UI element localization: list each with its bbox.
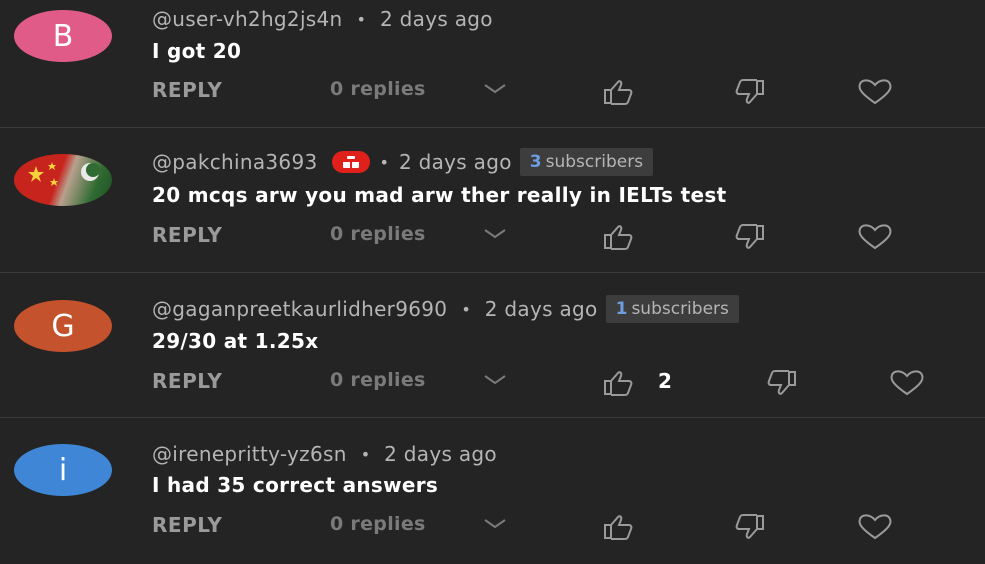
chevron-down-icon[interactable] [482, 227, 508, 241]
timestamp: 2 days ago [484, 297, 598, 321]
subscribers-count: 1 [615, 299, 628, 319]
thumbs-up-icon[interactable] [602, 369, 638, 397]
heart-icon[interactable] [856, 78, 894, 106]
comment-text: 20 mcqs arw you mad arw ther really in I… [152, 183, 727, 207]
subscribers-badge: 3 subscribers [519, 148, 654, 176]
separator-dot: • [356, 9, 366, 29]
author-handle[interactable]: @pakchina3693 [152, 150, 318, 174]
chevron-down-icon[interactable] [482, 517, 508, 531]
thumbs-up-icon[interactable] [602, 223, 638, 251]
comment-header: @gaganpreetkaurlidher9690 • 2 days ago 1… [152, 295, 739, 323]
avatar[interactable]: B [14, 10, 112, 62]
separator-dot: • [360, 444, 371, 464]
separator-dot: • [379, 152, 389, 172]
replies-count[interactable]: 0 replies [330, 78, 426, 100]
subscribers-label: subscribers [545, 152, 644, 172]
comment-header: @pakchina3693 • 2 days ago 3 subscribers [152, 148, 654, 176]
author-handle[interactable]: @irenepritty-yz6sn [152, 442, 347, 466]
avatar[interactable]: i [14, 444, 112, 496]
flag-image [28, 162, 100, 186]
comment-actions: REPLY 0 replies 2 [152, 369, 952, 399]
heart-icon[interactable] [888, 369, 926, 397]
avatar[interactable]: G [14, 300, 112, 352]
replies-count[interactable]: 0 replies [330, 369, 426, 391]
comment-text: I got 20 [152, 39, 242, 63]
subscribers-count: 3 [529, 152, 542, 172]
chevron-down-icon[interactable] [482, 373, 508, 387]
replies-count[interactable]: 0 replies [330, 223, 426, 245]
thumbs-down-icon[interactable] [762, 369, 798, 397]
avatar[interactable] [14, 154, 112, 206]
thumbs-down-icon[interactable] [730, 78, 766, 106]
thumbs-up-icon[interactable] [602, 78, 638, 106]
comment-item: @pakchina3693 • 2 days ago 3 subscribers … [0, 128, 985, 273]
heart-icon[interactable] [856, 513, 894, 541]
gift-badge-icon [331, 151, 370, 173]
comment-actions: REPLY 0 replies [152, 78, 952, 108]
comment-item: G @gaganpreetkaurlidher9690 • 2 days ago… [0, 273, 985, 418]
comment-text: 29/30 at 1.25x [152, 329, 319, 353]
replies-count[interactable]: 0 replies [330, 513, 426, 535]
comment-actions: REPLY 0 replies [152, 223, 952, 253]
comment-header: @user-vh2hg2js4n • 2 days ago [152, 5, 493, 33]
author-handle[interactable]: @user-vh2hg2js4n [152, 7, 343, 31]
subscribers-badge: 1 subscribers [605, 295, 739, 323]
comment-header: @irenepritty-yz6sn • 2 days ago [152, 440, 497, 468]
subscribers-label: subscribers [631, 299, 729, 319]
comment-item: B @user-vh2hg2js4n • 2 days ago I got 20… [0, 0, 985, 128]
author-handle[interactable]: @gaganpreetkaurlidher9690 [152, 297, 447, 321]
chevron-down-icon[interactable] [482, 82, 508, 96]
separator-dot: • [461, 299, 471, 319]
thumbs-up-icon[interactable] [602, 513, 638, 541]
comment-actions: REPLY 0 replies [152, 513, 952, 543]
comment-text: I had 35 correct answers [152, 473, 439, 497]
reply-button[interactable]: REPLY [152, 78, 222, 102]
heart-icon[interactable] [856, 223, 894, 251]
like-count: 2 [658, 369, 672, 393]
timestamp: 2 days ago [379, 7, 493, 31]
reply-button[interactable]: REPLY [152, 513, 222, 537]
thumbs-down-icon[interactable] [730, 513, 766, 541]
reply-button[interactable]: REPLY [152, 369, 222, 393]
reply-button[interactable]: REPLY [152, 223, 222, 247]
timestamp: 2 days ago [384, 442, 497, 466]
timestamp: 2 days ago [398, 150, 512, 174]
thumbs-down-icon[interactable] [730, 223, 766, 251]
comment-item: i @irenepritty-yz6sn • 2 days ago I had … [0, 418, 985, 564]
